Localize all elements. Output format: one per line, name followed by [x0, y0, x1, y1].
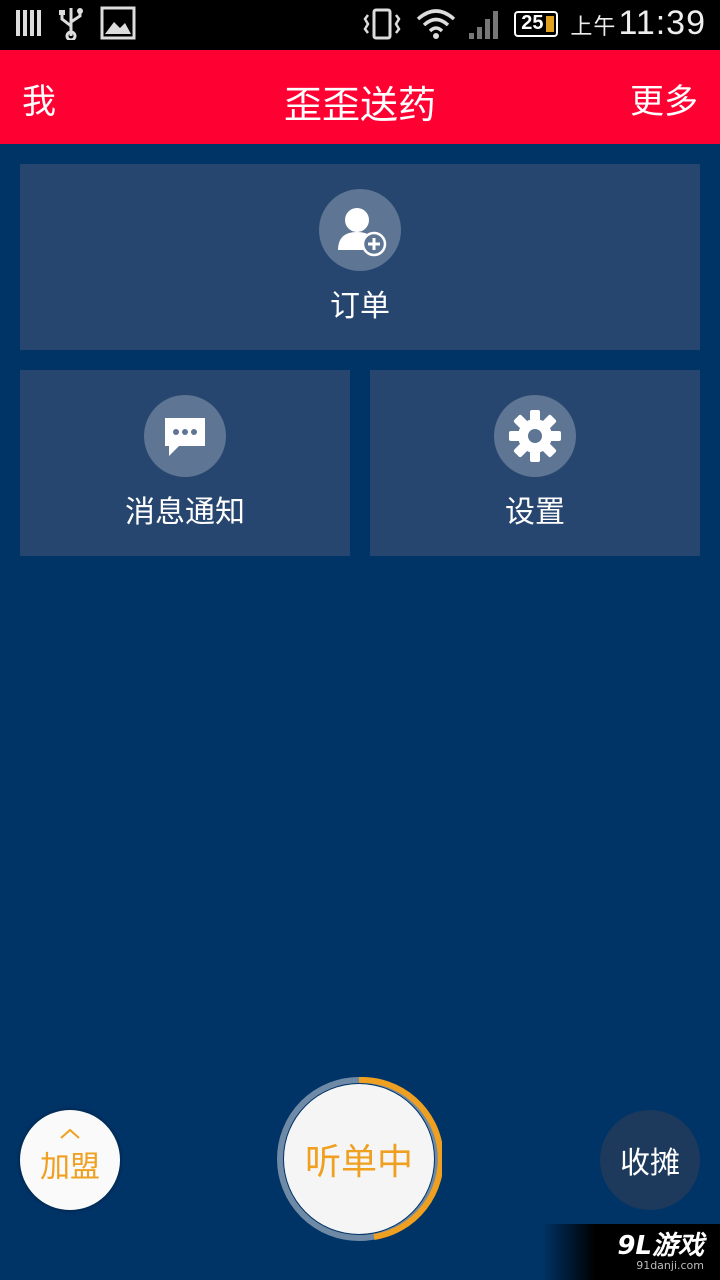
- usb-icon: [56, 6, 86, 40]
- user-add-icon: [319, 189, 401, 271]
- close-stall-button[interactable]: 收摊: [600, 1110, 700, 1210]
- cell-signal-icon: [468, 7, 502, 41]
- wifi-icon: [416, 7, 456, 41]
- clock-period: 上午: [570, 14, 617, 39]
- watermark: 9L游戏 91danji.com: [542, 1224, 720, 1280]
- settings-tile[interactable]: 设置: [370, 370, 700, 556]
- signal-bars-icon: [16, 8, 42, 38]
- listening-label: 听单中: [284, 1084, 434, 1234]
- orders-tile[interactable]: 订单: [20, 164, 700, 350]
- battery-level: 25: [521, 12, 544, 34]
- status-bar: 25 上午11:39: [0, 0, 720, 50]
- chevron-up-icon: [59, 1128, 81, 1142]
- watermark-site: 91danji.com: [636, 1259, 704, 1272]
- chat-bubble-icon: [144, 395, 226, 477]
- clock-time: 11:39: [618, 4, 706, 42]
- more-button[interactable]: 更多: [630, 74, 698, 123]
- gear-icon: [494, 395, 576, 477]
- watermark-brand: 9L游戏: [617, 1231, 704, 1261]
- messages-tile[interactable]: 消息通知: [20, 370, 350, 556]
- orders-label: 订单: [330, 289, 390, 324]
- clock: 上午11:39: [570, 4, 706, 43]
- join-button[interactable]: 加盟: [20, 1110, 120, 1210]
- page-title: 歪歪送药: [283, 83, 436, 127]
- image-icon: [100, 6, 136, 40]
- messages-label: 消息通知: [125, 495, 245, 530]
- join-label: 加盟: [40, 1150, 100, 1185]
- listening-button[interactable]: 听单中: [276, 1076, 442, 1242]
- vibrate-icon: [360, 7, 404, 41]
- app-header: 我 歪歪送药 更多: [0, 50, 720, 144]
- settings-label: 设置: [505, 495, 565, 530]
- battery-icon: 25: [514, 10, 559, 37]
